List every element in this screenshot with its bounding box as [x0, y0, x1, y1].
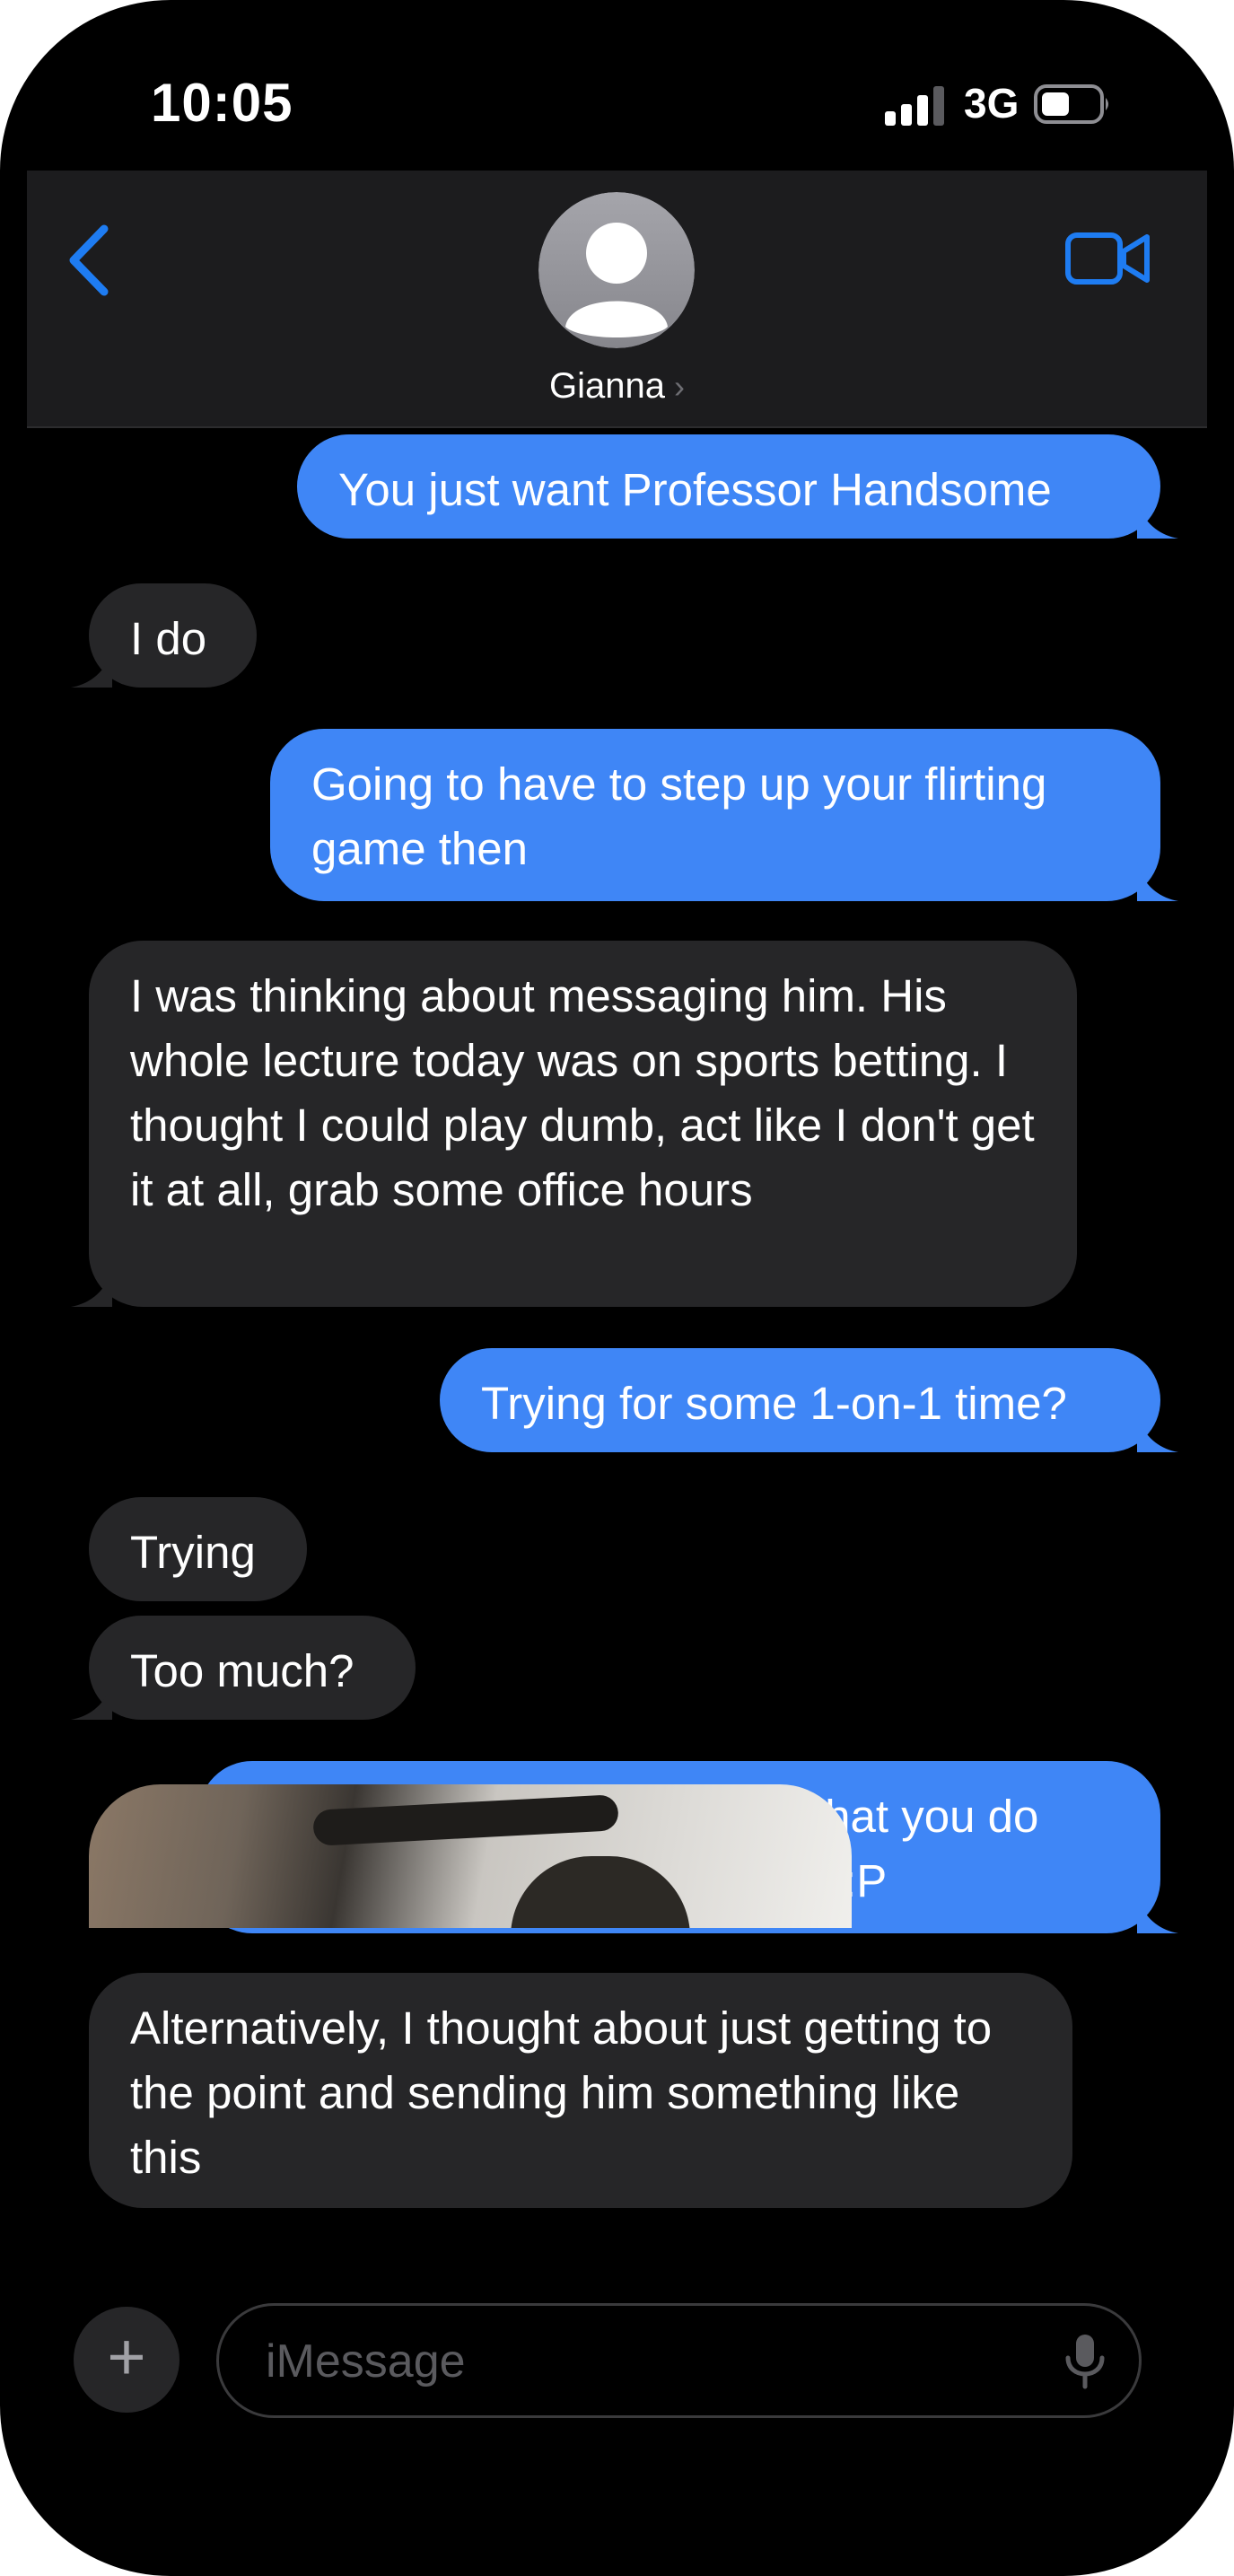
contact-name[interactable]: Gianna ›: [503, 366, 731, 407]
contact-name-label: Gianna: [549, 366, 665, 406]
message-outgoing[interactable]: Going to have to step up your flirting g…: [270, 729, 1160, 901]
message-incoming[interactable]: I was thinking about messaging him. His …: [89, 941, 1077, 1307]
message-outgoing[interactable]: Trying for some 1-on-1 time?: [440, 1348, 1160, 1452]
message-incoming[interactable]: Trying: [89, 1497, 307, 1601]
battery-icon: [1034, 84, 1108, 124]
apps-button[interactable]: +: [74, 2307, 179, 2413]
phone-screen: 10:05 3G Gianna › You just want Professo…: [0, 0, 1234, 2576]
message-incoming[interactable]: I do: [89, 583, 257, 688]
plus-icon: +: [107, 2319, 146, 2394]
microphone-icon[interactable]: [1063, 2333, 1107, 2390]
message-outgoing[interactable]: You just want Professor Handsome: [297, 434, 1160, 539]
chevron-right-icon: ›: [673, 368, 685, 405]
image-attachment[interactable]: [89, 1784, 852, 1928]
message-incoming[interactable]: Too much?: [89, 1616, 416, 1720]
contact-avatar[interactable]: [538, 192, 695, 348]
message-thread[interactable]: You just want Professor Handsome I do Go…: [0, 429, 1234, 2287]
back-chevron-icon[interactable]: [63, 220, 117, 301]
status-bar: 10:05 3G: [0, 0, 1234, 180]
message-field[interactable]: [216, 2303, 1142, 2418]
status-time: 10:05: [151, 73, 293, 133]
video-call-icon[interactable]: [1064, 226, 1152, 291]
message-input[interactable]: [264, 2329, 985, 2394]
message-incoming[interactable]: Alternatively, I thought about just gett…: [89, 1973, 1072, 2208]
network-type: 3G: [964, 80, 1020, 127]
signal-strength-icon: [885, 86, 944, 126]
